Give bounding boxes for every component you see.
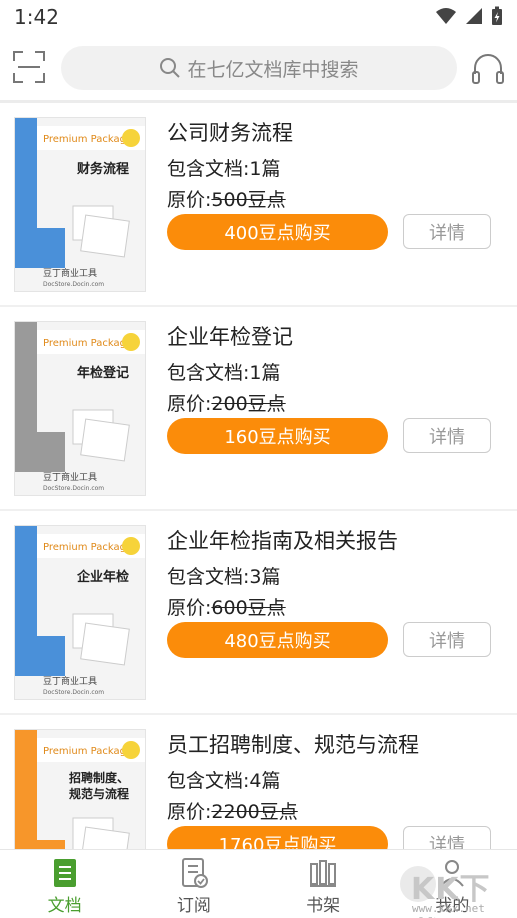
- headset-button[interactable]: [470, 50, 506, 86]
- status-bar: 1:42: [0, 0, 517, 36]
- status-time: 1:42: [14, 5, 59, 29]
- svg-text:年检登记: 年检登记: [77, 365, 129, 381]
- status-icons: [435, 6, 503, 26]
- buy-button[interactable]: 1760豆点购买: [167, 826, 388, 849]
- original-price: 原价:500豆点: [167, 189, 286, 211]
- svg-text:规范与流程: 规范与流程: [69, 786, 129, 801]
- package-title: 员工招聘制度、规范与流程: [167, 733, 419, 757]
- nav-item-subscribe[interactable]: 订阅: [129, 850, 258, 918]
- nav-item-bookshelf[interactable]: 书架: [259, 850, 388, 918]
- nav-label: 订阅: [176, 896, 211, 916]
- package-title: 企业年检指南及相关报告: [167, 529, 398, 553]
- svg-text:DocStore.Docin.com: DocStore.Docin.com: [43, 281, 104, 288]
- search-placeholder: 在七亿文档库中搜索: [187, 58, 359, 81]
- nav-label: 文档: [47, 896, 82, 916]
- buy-button[interactable]: 160豆点购买: [167, 418, 388, 454]
- document-count: 包含文档:4篇: [167, 770, 281, 792]
- svg-text:DocStore.Docin.com: DocStore.Docin.com: [43, 689, 104, 696]
- package-cover[interactable]: Premium Package 财务流程 豆丁商业工具 DocStore.Doc…: [14, 117, 146, 292]
- svg-text:财务流程: 财务流程: [77, 161, 129, 177]
- wifi-icon: [436, 8, 456, 24]
- buy-button[interactable]: 480豆点购买: [167, 622, 388, 658]
- package-list: Premium Package 财务流程 豆丁商业工具 DocStore.Doc…: [0, 103, 517, 849]
- package-title: 企业年检登记: [167, 325, 293, 349]
- package-cover[interactable]: Premium Package 企业年检 豆丁商业工具 DocStore.Doc…: [14, 525, 146, 700]
- svg-text:Premium Package: Premium Package: [43, 338, 132, 349]
- document-icon: [53, 859, 76, 887]
- document-count: 包含文档:1篇: [167, 362, 281, 384]
- detail-button[interactable]: 详情: [403, 418, 491, 453]
- svg-text:Premium Package: Premium Package: [43, 746, 132, 757]
- list-item[interactable]: Premium Package 企业年检 豆丁商业工具 DocStore.Doc…: [0, 511, 517, 715]
- nav-label: 书架: [306, 896, 341, 916]
- search-icon: [160, 58, 181, 78]
- svg-text:豆丁商业工具: 豆丁商业工具: [43, 267, 97, 279]
- svg-text:招聘制度、: 招聘制度、: [69, 770, 129, 785]
- bookshelf-icon: [310, 860, 337, 887]
- svg-text:豆丁商业工具: 豆丁商业工具: [43, 675, 97, 687]
- package-title: 公司财务流程: [167, 121, 293, 145]
- svg-text:企业年检: 企业年检: [76, 569, 129, 585]
- detail-button[interactable]: 详情: [403, 214, 491, 249]
- detail-button[interactable]: 详情: [403, 826, 491, 849]
- list-item[interactable]: Premium Package 财务流程 豆丁商业工具 DocStore.Doc…: [0, 103, 517, 307]
- headset-icon: [472, 54, 504, 84]
- original-price: 原价:2200豆点: [167, 801, 298, 823]
- signal-icon: [466, 8, 482, 24]
- scan-button[interactable]: [12, 50, 46, 84]
- scan-icon: [13, 51, 45, 83]
- package-cover[interactable]: Premium Package 年检登记 豆丁商业工具 DocStore.Doc…: [14, 321, 146, 496]
- package-cover[interactable]: Premium Package 招聘制度、 规范与流程: [14, 729, 146, 849]
- document-count: 包含文档:1篇: [167, 158, 281, 180]
- buy-button[interactable]: 400豆点购买: [167, 214, 388, 250]
- svg-text:Premium Package: Premium Package: [43, 134, 132, 145]
- subscribe-icon: [181, 858, 208, 888]
- battery-icon: [492, 6, 502, 25]
- search-input[interactable]: 在七亿文档库中搜索: [61, 46, 457, 90]
- document-count: 包含文档:3篇: [167, 566, 281, 588]
- svg-text:DocStore.Docin.com: DocStore.Docin.com: [43, 485, 104, 492]
- svg-text:豆丁商业工具: 豆丁商业工具: [43, 471, 97, 483]
- detail-button[interactable]: 详情: [403, 622, 491, 657]
- original-price: 原价:600豆点: [167, 597, 286, 619]
- nav-item-documents[interactable]: 文档: [0, 850, 129, 918]
- list-item[interactable]: Premium Package 年检登记 豆丁商业工具 DocStore.Doc…: [0, 307, 517, 511]
- original-price: 原价:200豆点: [167, 393, 286, 415]
- watermark-url: www.kkx.net: [412, 902, 485, 915]
- svg-text:Premium Package: Premium Package: [43, 542, 132, 553]
- header: 在七亿文档库中搜索: [0, 36, 517, 100]
- list-item[interactable]: Premium Package 招聘制度、 规范与流程 员工招聘制度、规范与流程…: [0, 715, 517, 849]
